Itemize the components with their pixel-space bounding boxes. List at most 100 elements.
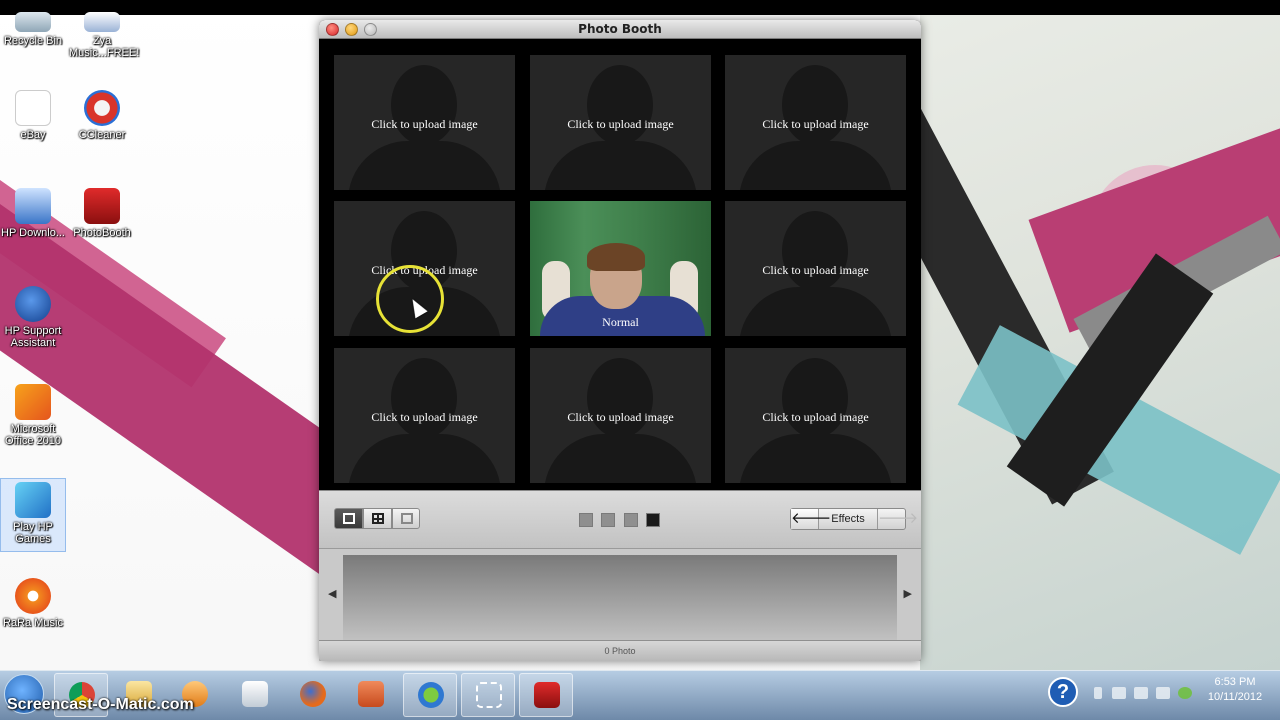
- silhouette-shoulders: [739, 287, 892, 336]
- tray-scroll-left-icon[interactable]: ◀: [328, 587, 336, 600]
- desktop: Recycle Bin Zya Music...FREE! eBay CClea…: [0, 0, 1280, 720]
- upload-tile[interactable]: Click to upload image: [530, 55, 711, 190]
- games-icon: [15, 482, 51, 518]
- taskbar-screen-capture[interactable]: [461, 673, 515, 717]
- upload-tile-label: Click to upload image: [762, 263, 869, 277]
- upload-tile-label: Click to upload image: [371, 410, 478, 424]
- desktop-icon-office[interactable]: Microsoft Office 2010: [0, 384, 66, 447]
- silhouette-shoulders: [348, 434, 501, 483]
- help-icon[interactable]: ?: [1048, 677, 1078, 707]
- app-icon: [358, 681, 384, 707]
- recycle-bin-icon: [15, 12, 51, 32]
- upload-tile-label: Click to upload image: [762, 410, 869, 424]
- page-dot[interactable]: [601, 513, 615, 527]
- view-strip-button[interactable]: [392, 508, 420, 529]
- desktop-icon-hp-support[interactable]: HP Support Assistant: [0, 286, 66, 349]
- wallpaper-art: [920, 15, 1280, 670]
- ccleaner-icon: [84, 90, 120, 126]
- upload-tile[interactable]: Click to upload image: [334, 55, 515, 190]
- window-title: Photo Booth: [578, 22, 662, 36]
- show-hidden-icon[interactable]: [1094, 687, 1102, 699]
- tray-scroll-right-icon[interactable]: ▶: [904, 587, 912, 600]
- photo-tray: ◀ ▶: [319, 548, 921, 641]
- office-icon: [15, 384, 51, 420]
- silhouette-icon: [782, 358, 848, 438]
- volume-icon[interactable]: [1156, 687, 1170, 699]
- preview-hair: [587, 243, 645, 271]
- taskbar-messenger[interactable]: [403, 673, 457, 717]
- desktop-icon-ccleaner[interactable]: CCleaner: [69, 90, 135, 141]
- page-dot[interactable]: [579, 513, 593, 527]
- taskbar-hp[interactable]: [228, 673, 282, 717]
- power-icon[interactable]: [1134, 687, 1148, 699]
- desktop-icon-zya-music[interactable]: Zya Music...FREE!: [69, 12, 139, 59]
- effects-button[interactable]: Effects: [819, 509, 877, 529]
- desktop-icon-recycle-bin[interactable]: Recycle Bin: [0, 12, 66, 47]
- next-effect-button[interactable]: 🡒: [877, 509, 918, 529]
- upload-tile-label: Click to upload image: [567, 117, 674, 131]
- desktop-icon-label: HP Downlo...: [1, 227, 65, 239]
- upload-tile[interactable]: Click to upload image: [334, 348, 515, 483]
- silhouette-shoulders: [348, 141, 501, 190]
- desktop-icon-hp-download[interactable]: HP Downlo...: [0, 188, 66, 239]
- desktop-icon-label: Recycle Bin: [3, 35, 63, 47]
- upload-tile-label: Click to upload image: [567, 410, 674, 424]
- live-preview-tile[interactable]: Normal: [530, 201, 711, 336]
- upload-tile[interactable]: Click to upload image: [725, 201, 906, 336]
- cursor-highlight: [376, 265, 444, 333]
- silhouette-icon: [391, 358, 457, 438]
- desktop-icon-ebay[interactable]: eBay: [0, 90, 66, 141]
- view-single-button[interactable]: [334, 508, 363, 529]
- taskbar-photobooth[interactable]: [519, 673, 573, 717]
- page-dot[interactable]: [624, 513, 638, 527]
- grid-view-icon: [372, 513, 384, 524]
- silhouette-shoulders: [544, 141, 697, 190]
- effects-control: 🡐 Effects 🡒: [790, 508, 918, 530]
- desktop-icon-rara-music[interactable]: RaRa Music: [0, 578, 66, 629]
- previous-effect-button[interactable]: 🡐: [791, 509, 831, 529]
- clock-date[interactable]: 10/11/2012: [1200, 691, 1270, 703]
- photo-strip: [343, 555, 897, 641]
- photobooth-icon: [534, 682, 560, 708]
- taskbar-app[interactable]: [344, 673, 398, 717]
- silhouette-shoulders: [739, 434, 892, 483]
- network-icon[interactable]: [1112, 687, 1126, 699]
- upload-tile[interactable]: Click to upload image: [725, 55, 906, 190]
- silhouette-shoulders: [544, 434, 697, 483]
- rara-icon: [15, 578, 51, 614]
- desktop-icon-label: Microsoft Office 2010: [4, 423, 62, 447]
- firefox-icon: [300, 681, 326, 707]
- desktop-icon-label: Zya Music...FREE!: [69, 35, 140, 59]
- window-toolbar: 🡐 Effects 🡒: [319, 490, 921, 548]
- system-tray: ? 6:53 PM 10/11/2012: [1040, 671, 1280, 719]
- desktop-icon-photobooth[interactable]: PhotoBooth: [69, 188, 135, 239]
- status-bar: 0 Photo: [319, 640, 921, 661]
- upload-tile-label: Click to upload image: [371, 117, 478, 131]
- silhouette-icon: [391, 65, 457, 145]
- capture-icon: [476, 682, 502, 708]
- desktop-icon-label: RaRa Music: [3, 617, 63, 629]
- upload-tile[interactable]: Click to upload image: [725, 348, 906, 483]
- upload-tile[interactable]: Click to upload image: [530, 348, 711, 483]
- hp-download-icon: [15, 188, 51, 224]
- app-tray-icon[interactable]: [1178, 687, 1192, 699]
- watermark: Screencast-O-Matic.com: [7, 696, 194, 713]
- help-icon: [15, 286, 51, 322]
- desktop-icon-label: PhotoBooth: [73, 227, 131, 239]
- page-dot-active[interactable]: [646, 513, 660, 527]
- clock-time[interactable]: 6:53 PM: [1200, 676, 1270, 688]
- strip-view-icon: [401, 513, 413, 524]
- desktop-icon-label: CCleaner: [78, 129, 126, 141]
- silhouette-icon: [782, 211, 848, 291]
- effect-name-label: Normal: [602, 315, 639, 329]
- window-titlebar[interactable]: Photo Booth: [319, 20, 921, 39]
- messenger-icon: [418, 682, 444, 708]
- photo-booth-window: Photo Booth Click to upload image Click …: [319, 20, 921, 661]
- taskbar-firefox[interactable]: [286, 673, 340, 717]
- upload-tile-label: Click to upload image: [762, 117, 869, 131]
- silhouette-shoulders: [739, 141, 892, 190]
- desktop-icon-play-hp-games[interactable]: Play HP Games: [0, 478, 66, 552]
- top-black-bar: [0, 0, 1280, 15]
- view-grid-button[interactable]: [363, 508, 392, 529]
- single-view-icon: [343, 513, 355, 524]
